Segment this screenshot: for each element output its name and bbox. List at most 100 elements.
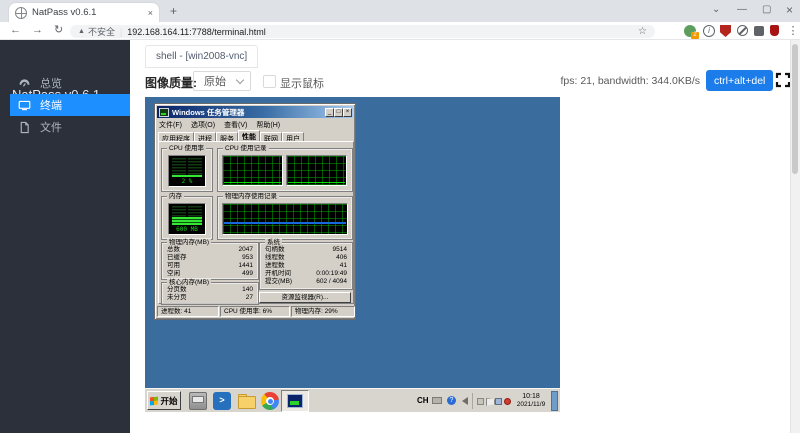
- session-tab[interactable]: shell - [win2008-vnc]: [145, 45, 259, 68]
- speaker-tray-icon[interactable]: [462, 397, 468, 405]
- taskbar-clock[interactable]: 10:18 2021/11/9: [512, 392, 550, 409]
- extension-info-icon[interactable]: i: [703, 25, 715, 37]
- forward-icon[interactable]: →: [32, 25, 43, 36]
- sidebar: NatPass v0.6.1 总览 终端 文件: [0, 40, 130, 433]
- taskmgr-maximize-icon[interactable]: □: [334, 107, 343, 117]
- new-tab-icon[interactable]: +: [170, 4, 177, 18]
- stat-value: 953: [242, 254, 253, 261]
- network-tray-icon[interactable]: [495, 398, 502, 405]
- screen: NatPass v0.6.1 × + ⌄ — ▢ × ← → ↻ ▲ 不安全 |…: [0, 0, 800, 433]
- clock-date: 2021/11/9: [516, 401, 546, 408]
- taskmgr-minimize-icon[interactable]: _: [325, 107, 334, 117]
- stat-label: 未分页: [167, 294, 187, 301]
- sidebar-item-terminal[interactable]: 终端: [10, 94, 130, 116]
- address-bar[interactable]: ▲ 不安全 | 192.168.164.11:7788/terminal.htm…: [70, 25, 655, 38]
- server-manager-icon[interactable]: [189, 392, 207, 410]
- show-desktop-button[interactable]: [551, 391, 558, 411]
- cpu-usage-value: 2 %: [181, 178, 193, 185]
- tray-status-icon[interactable]: [504, 398, 511, 405]
- taskbar-active-task[interactable]: [281, 390, 309, 412]
- show-mouse-label: 显示鼠标: [280, 78, 324, 90]
- main-area: shell - [win2008-vnc] 图像质量: 原始 显示鼠标 fps:…: [130, 40, 800, 433]
- stat-value: 27: [245, 294, 253, 301]
- stat-label: 开机时间: [265, 270, 291, 277]
- sidebar-item-overview[interactable]: 总览: [10, 72, 130, 94]
- url-divider: |: [119, 26, 123, 37]
- window-maximize-icon[interactable]: ▢: [762, 4, 771, 16]
- window-minimize-icon[interactable]: —: [737, 4, 747, 16]
- statusbar-cpu: CPU 使用率: 6%: [220, 306, 290, 317]
- scrollbar-thumb[interactable]: [792, 44, 798, 174]
- url-text[interactable]: 192.168.164.11:7788/terminal.html: [127, 27, 265, 37]
- menu-help[interactable]: 帮助(H): [256, 120, 280, 130]
- cpu-usage-title: CPU 使用率: [167, 145, 207, 152]
- printer-tray-icon[interactable]: [432, 397, 442, 404]
- extension-adblock-icon[interactable]: [737, 25, 748, 36]
- stat-label: 句柄数: [265, 246, 285, 253]
- explorer-folder-icon[interactable]: [237, 392, 256, 410]
- menu-view[interactable]: 查看(V): [224, 120, 247, 130]
- stat-value: 9514: [332, 246, 347, 253]
- stat-value: 140: [242, 286, 253, 293]
- extension-green-icon[interactable]: 2: [684, 25, 699, 39]
- terminal-icon: [18, 100, 31, 110]
- taskmgr-menubar: 文件(F) 选项(O) 查看(V) 帮助(H): [159, 120, 280, 130]
- physical-memory-title: 物理内存(MB): [167, 239, 212, 246]
- resource-monitor-button[interactable]: 资源监视器(R)...: [259, 292, 351, 303]
- window-close-icon[interactable]: ×: [786, 4, 793, 16]
- stat-value: 0:00:19:49: [316, 270, 347, 277]
- tab-close-icon[interactable]: ×: [148, 8, 153, 18]
- memory-gauge: 600 MB: [168, 203, 206, 235]
- menu-options[interactable]: 选项(O): [191, 120, 215, 130]
- sidebar-item-files[interactable]: 文件: [10, 116, 130, 138]
- vnc-desktop[interactable]: Windows 任务管理器 _ □ × 文件(F) 选项(O) 查看(V) 帮助…: [145, 97, 560, 412]
- stat-label: 线程数: [265, 254, 285, 261]
- quality-select-value: 原始: [204, 76, 226, 88]
- statusbar-memory: 物理内存: 29%: [291, 306, 355, 317]
- sidebar-item-label: 文件: [40, 122, 62, 134]
- quality-select[interactable]: 原始: [193, 71, 251, 91]
- security-warning-label[interactable]: 不安全: [88, 25, 115, 38]
- chrome-icon[interactable]: [261, 392, 279, 410]
- stat-value: 602 / 4094: [316, 278, 347, 285]
- tray-misc-icon[interactable]: [477, 398, 484, 405]
- show-mouse-checkbox[interactable]: [263, 75, 276, 88]
- tray-flag-icon[interactable]: [486, 398, 495, 406]
- stat-value: 1441: [238, 262, 253, 269]
- stat-label: 总数: [167, 246, 180, 253]
- bookmark-star-icon[interactable]: ☆: [638, 26, 647, 37]
- task-manager-window[interactable]: Windows 任务管理器 _ □ × 文件(F) 选项(O) 查看(V) 帮助…: [154, 103, 356, 320]
- start-button[interactable]: 开始: [147, 391, 181, 410]
- powershell-icon[interactable]: >: [213, 392, 231, 410]
- system-group: 系统 句柄数 9514 线程数 406 进程数 41 开机时间 0:00:19:49 提…: [259, 239, 353, 290]
- ctrl-alt-del-button[interactable]: ctrl+alt+del: [706, 70, 774, 91]
- clock-time: 10:18: [522, 393, 540, 400]
- taskmgr-title: Windows 任务管理器: [172, 107, 245, 117]
- file-icon: [20, 121, 29, 133]
- browser-menu-dots-icon[interactable]: ⋮: [787, 25, 799, 37]
- extension-badge: 2: [691, 32, 699, 39]
- dashboard-icon: [19, 78, 30, 87]
- stat-value: 406: [336, 254, 347, 261]
- menu-file[interactable]: 文件(F): [159, 120, 182, 130]
- cpu-history-group: CPU 使用记录: [217, 145, 353, 192]
- physical-memory-group: 物理内存(MB) 总数 2047 已缓存 953 可用 1441 空闲 499: [161, 239, 259, 280]
- memory-history-graph: [222, 203, 348, 235]
- taskmgr-titlebar[interactable]: Windows 任务管理器 _ □ ×: [157, 106, 353, 118]
- window-chevron-icon[interactable]: ⌄: [712, 4, 720, 16]
- help-tray-icon[interactable]: ?: [447, 396, 456, 405]
- taskmgr-close-icon[interactable]: ×: [343, 107, 352, 117]
- reload-icon[interactable]: ↻: [54, 25, 63, 36]
- cpu-usage-gauge: 2 %: [168, 155, 206, 187]
- extensions-puzzle-icon[interactable]: [754, 26, 764, 36]
- connection-stats: fps: 21, bandwidth: 344.0KB/s: [560, 75, 700, 87]
- kernel-memory-title: 核心内存(MB): [167, 279, 212, 286]
- browser-tab-title: NatPass v0.6.1: [32, 7, 97, 18]
- language-indicator[interactable]: CH: [417, 396, 429, 405]
- extension-pin-icon[interactable]: [770, 25, 779, 36]
- cpu-usage-group: CPU 使用率 2 %: [161, 145, 213, 192]
- browser-tab[interactable]: NatPass v0.6.1 ×: [8, 2, 160, 22]
- statusbar-processes: 进程数: 41: [157, 306, 219, 317]
- back-icon[interactable]: ←: [10, 25, 21, 36]
- windows-taskbar: 开始 > CH ? 10:18 2021/11/9: [145, 388, 560, 412]
